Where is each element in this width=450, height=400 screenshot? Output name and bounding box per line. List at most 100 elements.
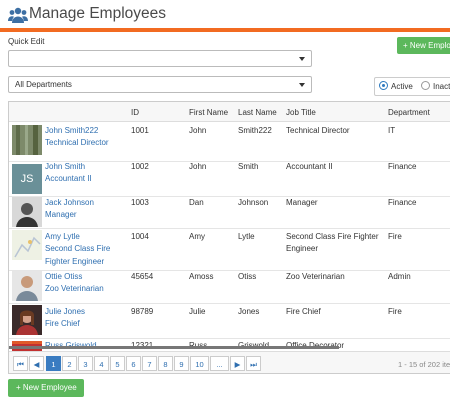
status-filter: Active Inactive xyxy=(374,77,450,96)
column-header-id[interactable]: ID xyxy=(131,108,139,117)
cell-job-title-line-1: Second Class Fire Fighter xyxy=(286,232,379,241)
employee-photo xyxy=(12,230,42,260)
page-button-4[interactable]: 4 xyxy=(94,356,109,371)
page-button-10[interactable]: 10 xyxy=(190,356,209,371)
page-button-5[interactable]: 5 xyxy=(110,356,125,371)
quick-edit-label: Quick Edit xyxy=(8,37,45,46)
table-row[interactable]: John Smith222 Technical Director 1001 Jo… xyxy=(9,121,450,162)
column-header-first-name[interactable]: First Name xyxy=(189,108,228,117)
new-employee-button[interactable]: + New Employee xyxy=(8,379,84,397)
employee-name[interactable]: John Smith xyxy=(45,161,92,173)
employee-name[interactable]: Amy Lytle xyxy=(45,231,110,243)
page-button-more[interactable]: ... xyxy=(210,356,229,371)
employee-name-link[interactable]: Ottie Otiss Zoo Veterinarian xyxy=(45,271,104,296)
cell-department: Finance xyxy=(388,198,417,207)
next-page-icon[interactable]: ▶ xyxy=(230,356,245,371)
page-button-3[interactable]: 3 xyxy=(78,356,93,371)
pagination-info: 1 - 15 of 202 items xyxy=(398,360,450,369)
users-icon xyxy=(8,7,28,23)
horizontal-scrollbar[interactable] xyxy=(9,346,339,349)
employee-name[interactable]: Jack Johnson xyxy=(45,197,94,209)
chevron-down-icon xyxy=(299,83,305,87)
new-employee-button-top[interactable]: + New Employee xyxy=(397,37,450,54)
employee-title: Accountant II xyxy=(45,174,92,184)
page-title: Manage Employees xyxy=(29,5,166,22)
cell-department: Fire xyxy=(388,232,402,241)
employee-photo xyxy=(12,197,42,227)
column-header-last-name[interactable]: Last Name xyxy=(238,108,277,117)
employee-name[interactable]: John Smith222 xyxy=(45,125,109,137)
table-row[interactable]: Russ Griswold 12321 Russ Griswold Office… xyxy=(9,338,450,352)
employee-photo xyxy=(12,125,42,155)
table-row[interactable]: Julie Jones Fire Chief 98789 Julie Jones… xyxy=(9,303,450,339)
active-radio-label[interactable]: Active xyxy=(391,82,413,91)
employee-title: Fire Chief xyxy=(45,319,80,329)
table-row[interactable]: Amy Lytle Second Class Fire Fighter Engi… xyxy=(9,228,450,271)
employee-name-link[interactable]: John Smith222 Technical Director xyxy=(45,125,109,150)
cell-last-name: Johnson xyxy=(238,198,269,207)
column-header-job-title[interactable]: Job Title xyxy=(286,108,316,117)
department-select[interactable]: All Departments xyxy=(8,76,312,93)
cell-job-title: Technical Director xyxy=(286,126,350,135)
table-row[interactable]: Jack Johnson Manager 1003 Dan Johnson Ma… xyxy=(9,196,450,229)
cell-job-title: Manager xyxy=(286,198,318,207)
chevron-down-icon xyxy=(299,57,305,61)
first-page-icon[interactable]: ⏮ xyxy=(13,356,28,371)
department-select-value: All Departments xyxy=(15,80,72,89)
cell-department: Admin xyxy=(388,272,411,281)
cell-job-title-line-2: Engineer xyxy=(286,244,319,253)
active-radio[interactable] xyxy=(379,81,388,90)
inactive-radio-label[interactable]: Inactive xyxy=(433,82,450,91)
employee-name-link[interactable]: John Smith Accountant II xyxy=(45,161,92,186)
cell-last-name: Jones xyxy=(238,307,260,316)
app-header: Manage Employees xyxy=(0,0,450,28)
page-button-6[interactable]: 6 xyxy=(126,356,141,371)
inactive-radio[interactable] xyxy=(421,81,430,90)
employee-title: Zoo Veterinarian xyxy=(45,284,104,294)
cell-last-name: Lytle xyxy=(238,232,255,241)
page-button-9[interactable]: 9 xyxy=(174,356,189,371)
cell-first-name: John xyxy=(189,126,207,135)
employee-name[interactable]: Julie Jones xyxy=(45,306,85,318)
cell-last-name: Smith xyxy=(238,162,259,171)
avatar-initials: JS xyxy=(12,164,42,194)
prev-page-icon[interactable]: ◀ xyxy=(29,356,44,371)
page-button-7[interactable]: 7 xyxy=(142,356,157,371)
cell-first-name: Amoss xyxy=(189,272,214,281)
cell-id: 98789 xyxy=(131,307,154,316)
employee-name-link[interactable]: Amy Lytle Second Class Fire Fighter Engi… xyxy=(45,231,110,268)
page-button-8[interactable]: 8 xyxy=(158,356,173,371)
employee-photo xyxy=(12,305,42,335)
page-button-1[interactable]: 1 xyxy=(46,356,61,371)
employee-grid: ID First Name Last Name Job Title Depart… xyxy=(8,101,450,374)
grid-header: ID First Name Last Name Job Title Depart… xyxy=(9,102,450,122)
employee-name[interactable]: Ottie Otiss xyxy=(45,271,104,283)
table-row[interactable]: JS John Smith Accountant II 1002 John Sm… xyxy=(9,161,450,197)
last-page-icon[interactable]: ⏭ xyxy=(246,356,261,371)
page-button-2[interactable]: 2 xyxy=(62,356,77,371)
employee-name-link[interactable]: Julie Jones Fire Chief xyxy=(45,306,85,331)
cell-first-name: Dan xyxy=(189,198,204,207)
cell-department: Fire xyxy=(388,307,402,316)
cell-job-title: Accountant II xyxy=(286,162,333,171)
cell-id: 1002 xyxy=(131,162,149,171)
employee-title: Manager xyxy=(45,210,77,220)
cell-last-name: Otiss xyxy=(238,272,257,281)
cell-id: 1003 xyxy=(131,198,149,207)
employee-title: Technical Director xyxy=(45,138,109,148)
employee-title-line-1: Second Class Fire xyxy=(45,244,111,254)
cell-department: IT xyxy=(388,126,396,135)
column-header-department[interactable]: Department xyxy=(388,108,430,117)
cell-id: 1001 xyxy=(131,126,149,135)
employee-photo xyxy=(12,271,42,301)
cell-last-name: Smith222 xyxy=(238,126,272,135)
quick-edit-select[interactable] xyxy=(8,50,312,67)
header-accent-bar xyxy=(0,28,450,32)
table-row[interactable]: Ottie Otiss Zoo Veterinarian 45654 Amoss… xyxy=(9,270,450,304)
cell-id: 1004 xyxy=(131,232,149,241)
employee-name-link[interactable]: Jack Johnson Manager xyxy=(45,197,94,222)
cell-job-title: Fire Chief xyxy=(286,307,321,316)
cell-first-name: John xyxy=(189,162,207,171)
cell-department: Finance xyxy=(388,162,417,171)
pagination: ⏮ ◀ 1 2 3 4 5 6 7 8 9 10 ... ▶ ⏭ 1 - 15 … xyxy=(9,351,450,373)
